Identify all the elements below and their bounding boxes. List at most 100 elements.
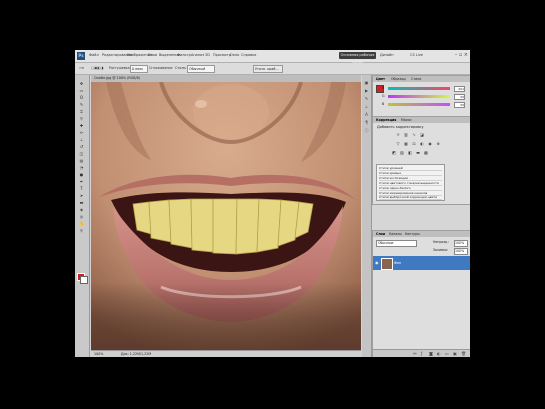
history-panel-icon[interactable]: ▣ xyxy=(364,80,369,85)
cs-live-button[interactable]: CS Live xyxy=(410,53,423,57)
tab-masks[interactable]: Маски xyxy=(401,118,411,122)
clone-source-panel-icon[interactable]: ⊥ xyxy=(364,104,369,109)
healing-tool-icon[interactable]: ✚ xyxy=(78,123,85,128)
layer-style-icon[interactable]: ƒ xyxy=(421,351,422,356)
selection-mode-icons[interactable]: ▢▣◧◨ xyxy=(91,66,103,70)
marquee-tool-icon[interactable]: ▭ xyxy=(78,88,85,93)
feather-input[interactable]: 0 пикс xyxy=(130,65,148,73)
history-brush-tool-icon[interactable]: ↺ xyxy=(78,144,85,149)
3d-rotate-tool-icon[interactable]: ◈ xyxy=(78,207,85,212)
black-white-icon[interactable]: ◐ xyxy=(419,141,425,146)
pen-tool-icon[interactable]: ✒ xyxy=(78,179,85,184)
marquee-tool-icon[interactable]: ▭▾ xyxy=(79,66,84,70)
menu-analysis[interactable]: Анализ xyxy=(191,53,204,57)
lasso-tool-icon[interactable]: ʘ xyxy=(78,95,85,100)
path-select-tool-icon[interactable]: ➤ xyxy=(78,193,85,198)
style-select[interactable]: Обычный xyxy=(187,65,215,73)
tab-color[interactable]: Цвет xyxy=(376,77,385,81)
menu-file[interactable]: Файл xyxy=(89,53,99,57)
vibrance-icon[interactable]: ▽ xyxy=(395,141,401,146)
layer-row-background[interactable]: ◉ Фон xyxy=(373,256,470,270)
invert-icon[interactable]: ◩ xyxy=(391,150,397,155)
tab-styles[interactable]: Стили xyxy=(411,77,421,81)
slider-red-track[interactable] xyxy=(388,87,450,90)
3d-orbit-tool-icon[interactable]: ◎ xyxy=(78,214,85,219)
actions-panel-icon[interactable]: ▶ xyxy=(364,88,369,93)
brush-tool-icon[interactable]: ✏ xyxy=(78,130,85,135)
hue-saturation-icon[interactable]: ▦ xyxy=(403,141,409,146)
photo-filter-icon[interactable]: ◉ xyxy=(427,141,433,146)
shape-tool-icon[interactable]: ▬ xyxy=(78,200,85,205)
zoom-tool-icon[interactable]: ⚲ xyxy=(78,228,85,233)
background-color-swatch[interactable] xyxy=(80,276,88,284)
smooth-checkbox-label[interactable]: Сглаживание xyxy=(149,66,173,70)
tab-layers[interactable]: Слои xyxy=(376,232,385,236)
paragraph-panel-icon[interactable]: ¶ xyxy=(364,120,369,125)
eyedropper-tool-icon[interactable]: ⚲ xyxy=(78,116,85,121)
character-panel-icon[interactable]: A xyxy=(364,112,369,117)
image-canvas[interactable] xyxy=(91,82,361,350)
window-controls[interactable]: – ▫ × xyxy=(455,52,468,58)
slider-green[interactable]: G 39 xyxy=(382,94,466,100)
exposure-icon[interactable]: ◪ xyxy=(419,132,425,137)
link-layers-icon[interactable]: ⚯ xyxy=(413,351,416,356)
fill-input[interactable]: 100% xyxy=(454,248,468,255)
delete-layer-icon[interactable]: 🗑 xyxy=(461,351,466,356)
tab-adjustments[interactable]: Коррекция xyxy=(376,118,396,122)
slider-blue-value[interactable]: 39 xyxy=(454,102,465,108)
slider-red-value[interactable]: 201 xyxy=(454,86,465,92)
layers-panel-footer: ⚯ ƒ ◙ ◐ ▭ ▣ 🗑 xyxy=(373,349,470,357)
color-balance-icon[interactable]: ⚖ xyxy=(411,141,417,146)
brush-panel-icon[interactable]: ✎ xyxy=(364,96,369,101)
zoom-level[interactable]: 100% xyxy=(94,352,103,356)
curves-icon[interactable]: ∿ xyxy=(411,132,417,137)
workspace-essentials-button[interactable]: Основная рабочая среда xyxy=(339,52,376,64)
slider-green-label: G xyxy=(382,94,385,98)
crop-tool-icon[interactable]: ⌗ xyxy=(78,109,85,114)
menu-window[interactable]: Окно xyxy=(230,53,239,57)
hand-tool-icon[interactable]: ✋ xyxy=(78,221,85,226)
slider-blue-track[interactable] xyxy=(388,103,450,106)
menu-3d[interactable]: 3D xyxy=(205,53,210,57)
posterize-icon[interactable]: ▨ xyxy=(399,150,405,155)
adjustments-panel-tabs: Коррекция Маски xyxy=(373,117,470,123)
threshold-icon[interactable]: ◧ xyxy=(407,150,413,155)
slider-green-value[interactable]: 39 xyxy=(454,94,465,100)
blur-tool-icon[interactable]: ◔ xyxy=(78,165,85,170)
preset-selective-color[interactable]: Стили выборочной коррекции цвета xyxy=(379,195,442,200)
gradient-tool-icon[interactable]: ▤ xyxy=(78,158,85,163)
menu-help[interactable]: Справка xyxy=(241,53,256,57)
refine-edge-button[interactable]: Уточн. край... xyxy=(253,65,283,73)
opacity-input[interactable]: 100% xyxy=(454,240,468,247)
color-panel-tabs: Цвет Образцы Стили xyxy=(373,76,470,82)
dodge-tool-icon[interactable]: ● xyxy=(78,172,85,177)
new-group-icon[interactable]: ▭ xyxy=(445,351,449,356)
new-layer-icon[interactable]: ▣ xyxy=(453,351,457,356)
document-tab[interactable]: Смайл.jpg @ 100% (RGB/8) xyxy=(91,75,361,82)
tab-swatches[interactable]: Образцы xyxy=(391,77,406,81)
brightness-contrast-icon[interactable]: ☼ xyxy=(395,132,401,137)
slider-green-track[interactable] xyxy=(388,95,450,98)
clone-stamp-tool-icon[interactable]: ⊥ xyxy=(78,137,85,142)
layer-visibility-eye-icon[interactable]: ◉ xyxy=(375,260,379,265)
eraser-tool-icon[interactable]: ◫ xyxy=(78,151,85,156)
menu-filter[interactable]: Фильтр xyxy=(177,53,191,57)
slider-blue[interactable]: B 39 xyxy=(382,102,466,108)
move-tool-icon[interactable]: ✥ xyxy=(78,81,85,86)
workspace-design-button[interactable]: Дизайн xyxy=(380,53,394,57)
quick-select-tool-icon[interactable]: ✎ xyxy=(78,102,85,107)
new-adjustment-layer-icon[interactable]: ◐ xyxy=(437,351,441,356)
blend-mode-select[interactable]: Обычные xyxy=(376,240,417,247)
gradient-map-icon[interactable]: ▬ xyxy=(415,150,421,155)
menu-view[interactable]: Просмотр xyxy=(213,53,231,57)
type-tool-icon[interactable]: T xyxy=(78,186,85,191)
tab-paths[interactable]: Контуры xyxy=(405,232,420,236)
add-mask-icon[interactable]: ◙ xyxy=(429,351,433,356)
info-panel-icon[interactable]: ⓘ xyxy=(364,128,369,133)
selective-color-icon[interactable]: ▩ xyxy=(423,150,429,155)
slider-red[interactable]: R 201 xyxy=(382,86,466,92)
menu-layers[interactable]: Слои xyxy=(148,53,157,57)
tab-channels[interactable]: Каналы xyxy=(389,232,402,236)
channel-mixer-icon[interactable]: ⊕ xyxy=(435,141,441,146)
levels-icon[interactable]: ▥ xyxy=(403,132,409,137)
